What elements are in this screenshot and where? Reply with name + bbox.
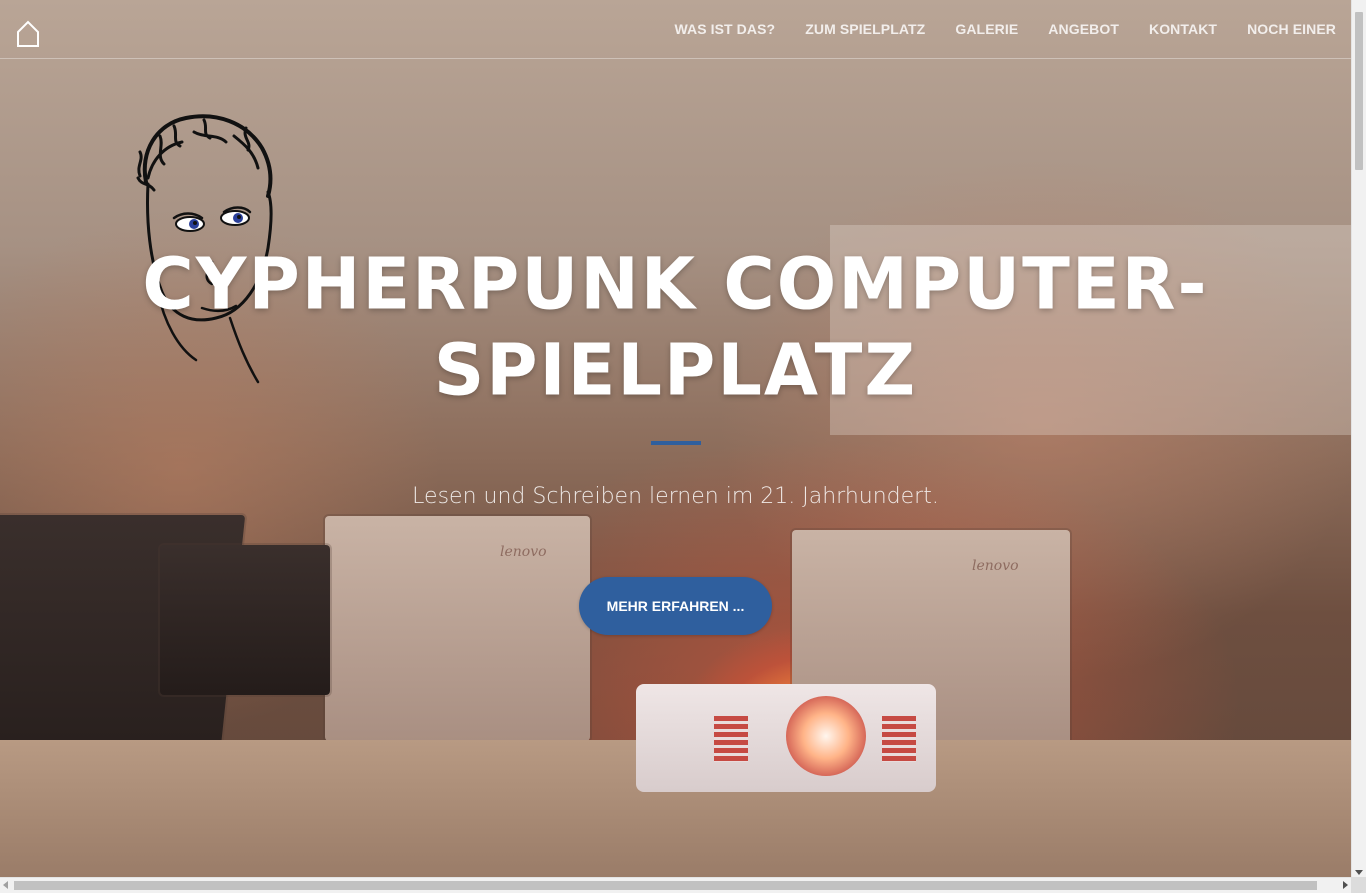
nav-link-galerie[interactable]: GALERIE [940,0,1033,58]
horizontal-scrollbar-thumb[interactable] [14,881,1317,890]
page-viewport: lenovo lenovo WAS IST DAS? ZUM SPIELPLAT… [0,0,1351,877]
main-nav: WAS IST DAS? ZUM SPIELPLATZ GALERIE ANGE… [659,0,1337,58]
laptop-brand: lenovo [500,544,547,560]
hero-tagline: Lesen und Schreiben lernen im 21. Jahrhu… [412,484,939,509]
laptop-center-left: lenovo [325,516,590,741]
nav-item-was-ist-das: WAS IST DAS? [659,0,790,58]
nav-link-noch-einer[interactable]: NOCH EINER [1232,0,1337,58]
projector-grille [882,716,916,762]
page-title-line-2: SPIELPLATZ [433,328,918,412]
home-link[interactable] [16,20,40,48]
vertical-scrollbar-thumb[interactable] [1355,12,1363,170]
nav-item-zum-spielplatz: ZUM SPIELPLATZ [790,0,940,58]
nav-item-kontakt: KONTAKT [1134,0,1232,58]
nav-link-kontakt[interactable]: KONTAKT [1134,0,1232,58]
nav-item-galerie: GALERIE [940,0,1033,58]
nav-link-zum-spielplatz[interactable]: ZUM SPIELPLATZ [790,0,940,58]
nav-link-angebot[interactable]: ANGEBOT [1033,0,1134,58]
page-title-line-1: CYPHERPUNK COMPUTER- [142,242,1209,326]
laptop-brand: lenovo [972,558,1019,574]
projector-lens [786,696,866,776]
scroll-left-arrow-icon[interactable] [3,881,8,889]
mehr-erfahren-button[interactable]: MEHR ERFAHREN ... [579,577,772,635]
title-divider [651,441,701,445]
top-navbar: WAS IST DAS? ZUM SPIELPLATZ GALERIE ANGE… [0,0,1351,59]
nav-link-was-ist-das[interactable]: WAS IST DAS? [659,0,790,58]
projector-grille [714,716,748,762]
projector [636,684,936,792]
home-icon [17,20,39,47]
scroll-right-arrow-icon[interactable] [1343,881,1348,889]
vertical-scrollbar[interactable] [1351,0,1366,877]
nav-item-noch-einer: NOCH EINER [1232,0,1337,58]
laptop-background [160,545,330,695]
scroll-down-arrow-icon[interactable] [1355,870,1363,875]
page-title: CYPHERPUNK COMPUTER- SPIELPLATZ [0,241,1351,412]
scrollbar-corner [1351,877,1366,893]
horizontal-scrollbar[interactable] [0,877,1351,893]
nav-item-angebot: ANGEBOT [1033,0,1134,58]
